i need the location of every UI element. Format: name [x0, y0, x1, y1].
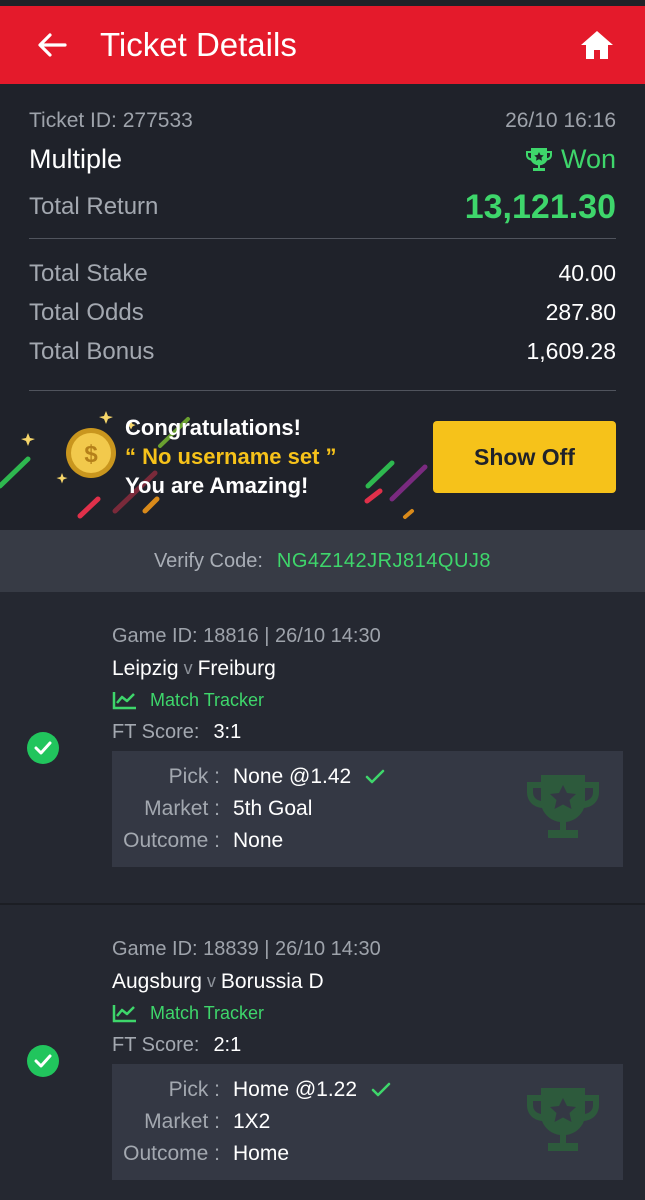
back-button[interactable] — [36, 29, 68, 61]
trophy-icon — [525, 148, 552, 171]
versus-label: v — [183, 658, 193, 678]
trophy-watermark-icon — [527, 775, 599, 838]
stat-label: Total Odds — [29, 298, 144, 326]
ft-score-value: 2:1 — [213, 1033, 242, 1056]
ft-score-row: FT Score: 2:1 — [112, 1028, 623, 1062]
checkmark-icon — [365, 769, 385, 784]
match-tracker-link[interactable]: Match Tracker — [112, 685, 623, 715]
pick-value-wrap: Home @1.22 — [233, 1078, 391, 1102]
ft-score-label: FT Score: — [112, 720, 200, 743]
total-return-label: Total Return — [29, 193, 159, 220]
verify-code-value[interactable]: NG4Z142JRJ814QUJ8 — [277, 550, 491, 573]
outcome-label: Outcome : — [123, 829, 220, 852]
game-item: Game ID: 18839 | 26/10 14:30 Augsburg v … — [0, 904, 645, 1200]
pick-label: Pick : — [168, 1078, 220, 1101]
home-team: Augsburg — [112, 969, 202, 993]
ft-score-value: 3:1 — [213, 720, 242, 743]
stat-label: Total Stake — [29, 259, 148, 287]
ticket-type-row: Multiple Won — [29, 136, 616, 182]
match-tracker-label: Match Tracker — [150, 1002, 265, 1023]
congrats-subtitle: You are Amazing! — [125, 473, 309, 498]
away-team: Borussia D — [220, 969, 324, 993]
market-value: 5th Goal — [233, 797, 313, 820]
status-text: Won — [560, 143, 616, 174]
line-chart-icon — [112, 1005, 136, 1023]
total-return-value: 13,121.30 — [464, 187, 616, 226]
app-header: Ticket Details — [0, 6, 645, 84]
outcome-value: Home — [233, 1142, 290, 1165]
home-team: Leipzig — [112, 656, 179, 680]
pick-details: Pick : None @1.42 Market : 5th Goal Outc… — [112, 751, 623, 867]
game-id: Game ID: 18816 | 26/10 14:30 — [112, 624, 381, 647]
checkmark-icon — [371, 1082, 391, 1097]
stat-row-bonus: Total Bonus 1,609.28 — [29, 332, 616, 371]
show-off-button[interactable]: Show Off — [433, 421, 616, 493]
match-teams: Leipzig v Freiburg — [112, 652, 623, 685]
market-value: 1X2 — [233, 1110, 271, 1133]
trophy-watermark-icon — [527, 1088, 599, 1151]
pick-label: Pick : — [168, 765, 220, 788]
arrow-left-icon — [38, 33, 67, 57]
svg-text:$: $ — [84, 441, 98, 468]
congrats-banner: $ Congratulations! “ No username set ” Y… — [0, 391, 616, 529]
stat-row-odds: Total Odds 287.80 — [29, 293, 616, 332]
game-item: Game ID: 18816 | 26/10 14:30 Leipzig v F… — [0, 592, 645, 904]
market-label: Market : — [144, 1110, 220, 1133]
ticket-id: Ticket ID: 277533 — [29, 109, 193, 132]
stat-label: Total Bonus — [29, 337, 155, 365]
versus-label: v — [206, 971, 216, 991]
stat-value: 1,609.28 — [526, 338, 616, 364]
away-team: Freiburg — [197, 656, 276, 680]
status-badge: Won — [525, 144, 616, 175]
game-id: Game ID: 18839 | 26/10 14:30 — [112, 937, 381, 960]
congrats-title: Congratulations! — [125, 415, 301, 440]
ft-score-row: FT Score: 3:1 — [112, 715, 623, 749]
pick-details: Pick : Home @1.22 Market : 1X2 Outcome :… — [112, 1064, 623, 1180]
pick-value-wrap: None @1.42 — [233, 765, 385, 789]
match-teams: Augsburg v Borussia D — [112, 965, 623, 998]
ticket-summary: Ticket ID: 277533 26/10 16:16 Multiple W… — [0, 84, 645, 530]
match-tracker-link[interactable]: Match Tracker — [112, 998, 623, 1028]
stats-list: Total Stake 40.00 Total Odds 287.80 Tota… — [29, 239, 616, 371]
page-title: Ticket Details — [100, 26, 297, 63]
stat-row-stake: Total Stake 40.00 — [29, 254, 616, 293]
market-label: Market : — [144, 797, 220, 820]
stat-value: 287.80 — [545, 299, 616, 325]
verify-code-bar: Verify Code: NG4Z142JRJ814QUJ8 — [0, 530, 645, 592]
bet-type: Multiple — [29, 143, 123, 174]
ticket-datetime: 26/10 16:16 — [505, 109, 616, 132]
match-tracker-label: Match Tracker — [150, 689, 265, 710]
verify-code-label: Verify Code: — [153, 549, 263, 572]
pick-value: Home @1.22 — [233, 1078, 358, 1101]
outcome-label: Outcome : — [123, 1142, 220, 1165]
check-circle-icon — [27, 732, 59, 764]
home-icon[interactable] — [579, 27, 615, 63]
pick-value: None @1.42 — [233, 765, 352, 788]
total-return-row: Total Return 13,121.30 — [29, 182, 616, 232]
ticket-meta-row: Ticket ID: 277533 26/10 16:16 — [29, 106, 616, 136]
outcome-value: None — [233, 829, 284, 852]
username-text: “ No username set ” — [125, 444, 337, 469]
ft-score-label: FT Score: — [112, 1033, 200, 1056]
stat-value: 40.00 — [558, 260, 616, 286]
line-chart-icon — [112, 692, 136, 710]
congrats-message: Congratulations! “ No username set ” You… — [125, 413, 337, 500]
check-circle-icon — [27, 1045, 59, 1077]
